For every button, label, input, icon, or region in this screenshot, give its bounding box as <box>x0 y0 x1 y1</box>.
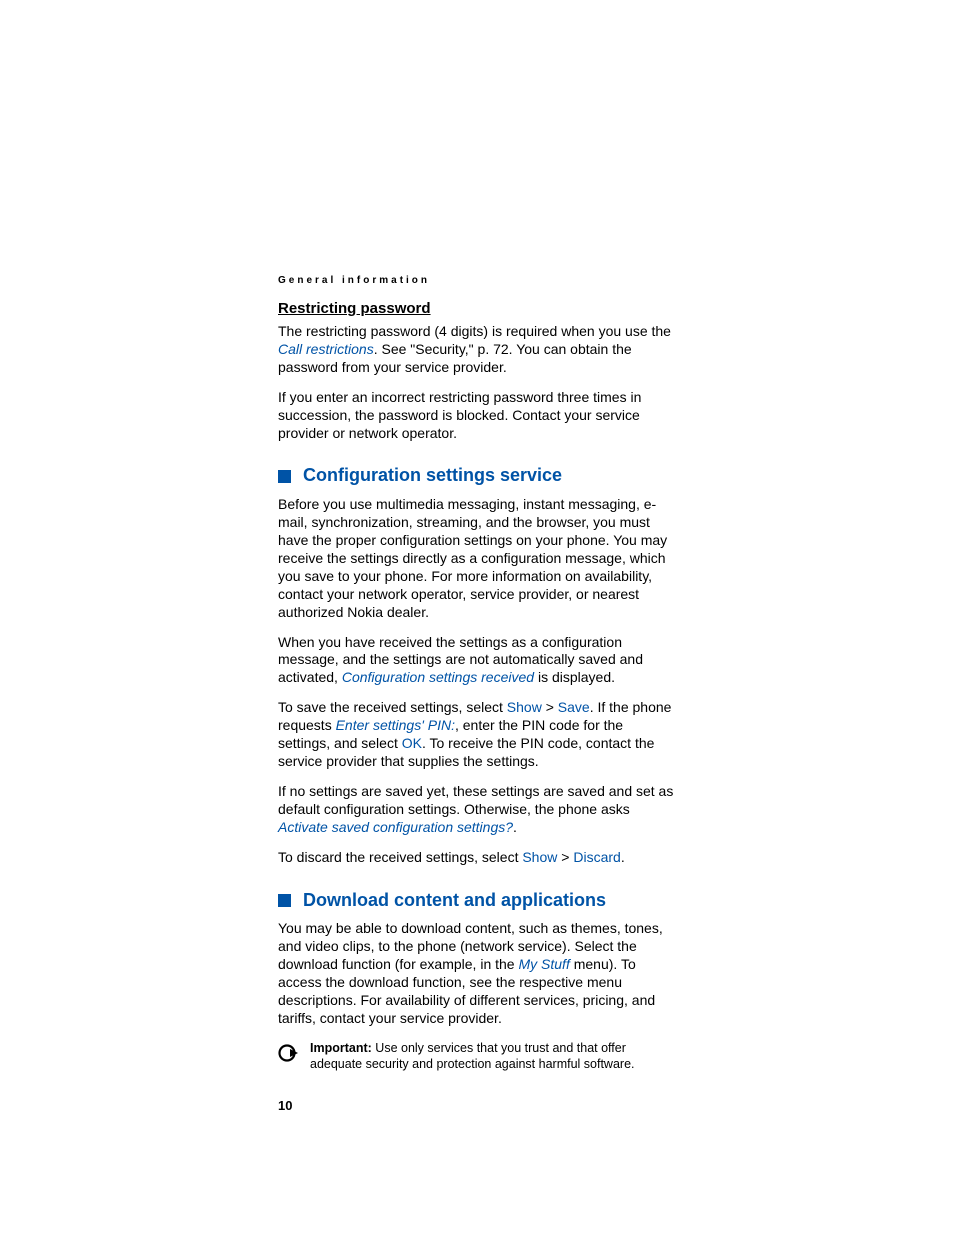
paragraph: If you enter an incorrect restricting pa… <box>278 389 679 443</box>
enter-pin-text: Enter settings' PIN: <box>336 717 455 733</box>
paragraph: To discard the received settings, select… <box>278 849 679 867</box>
text: is displayed. <box>534 669 615 685</box>
header-label: General information <box>278 275 679 286</box>
text: The restricting password (4 digits) is r… <box>278 323 671 339</box>
bullet-square-icon <box>278 894 291 907</box>
discard-action: Discard <box>573 849 620 865</box>
section-title: Download content and applications <box>303 891 606 911</box>
text: . <box>621 849 625 865</box>
text: . <box>513 819 517 835</box>
show-action: Show <box>507 699 542 715</box>
show-action: Show <box>522 849 557 865</box>
important-note: Important: Use only services that you tr… <box>278 1040 679 1073</box>
section-heading-config: Configuration settings service <box>278 466 679 486</box>
section-title: Configuration settings service <box>303 466 562 486</box>
separator: > <box>557 849 573 865</box>
call-restrictions-link[interactable]: Call restrictions <box>278 341 374 357</box>
separator: > <box>542 699 558 715</box>
text: To discard the received settings, select <box>278 849 522 865</box>
restricting-password-heading: Restricting password <box>278 300 679 317</box>
paragraph: When you have received the settings as a… <box>278 634 679 688</box>
activate-saved-text: Activate saved configuration settings? <box>278 819 513 835</box>
paragraph: The restricting password (4 digits) is r… <box>278 323 679 377</box>
section-heading-download: Download content and applications <box>278 891 679 911</box>
paragraph: You may be able to download content, suc… <box>278 920 679 1027</box>
important-icon <box>278 1042 300 1069</box>
ok-action: OK <box>402 735 422 751</box>
text: To save the received settings, select <box>278 699 507 715</box>
save-action: Save <box>558 699 590 715</box>
config-received-text: Configuration settings received <box>342 669 534 685</box>
document-page: General information Restricting password… <box>0 0 954 1193</box>
bullet-square-icon <box>278 470 291 483</box>
paragraph: To save the received settings, select Sh… <box>278 699 679 771</box>
important-label: Important: <box>310 1041 372 1055</box>
page-number: 10 <box>278 1098 679 1113</box>
paragraph: If no settings are saved yet, these sett… <box>278 783 679 837</box>
paragraph: Before you use multimedia messaging, ins… <box>278 496 679 621</box>
my-stuff-link: My Stuff <box>518 956 569 972</box>
text: If no settings are saved yet, these sett… <box>278 783 673 817</box>
important-text: Important: Use only services that you tr… <box>310 1040 679 1073</box>
